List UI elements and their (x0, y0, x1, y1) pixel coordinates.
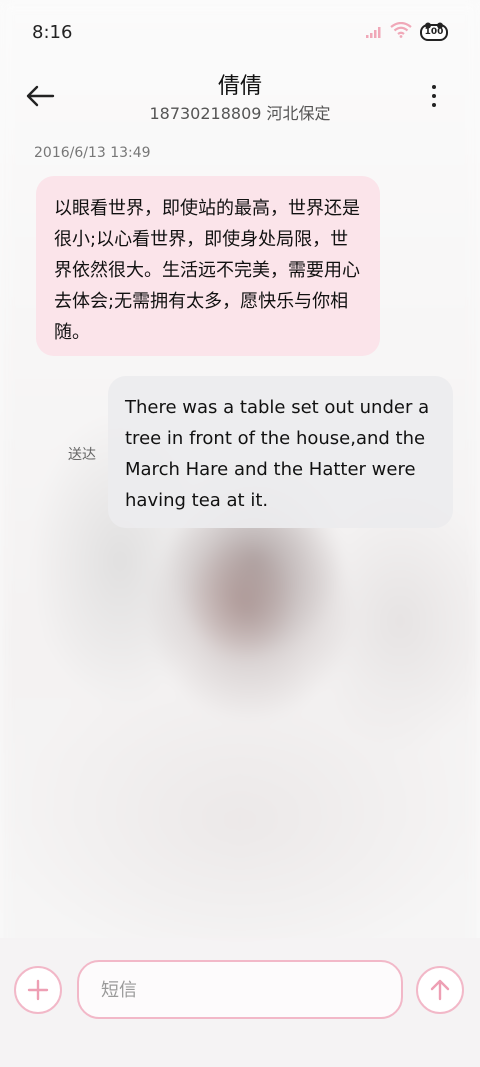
delivery-status: 送达 (68, 447, 96, 463)
status-bar: 8:16 100 (0, 0, 480, 64)
incoming-message-text: 以眼看世界，即使站的最高，世界还是很小;以心看世界，即使身处局限，世界依然很大。… (54, 198, 360, 343)
contact-info: 18730218809 河北保定 (149, 104, 331, 123)
message-input[interactable] (99, 962, 383, 1019)
plus-icon (27, 979, 49, 1001)
message-timestamp: 2016/6/13 13:49 (34, 145, 151, 161)
contact-name: 倩倩 (217, 74, 262, 99)
battery-icon: 100 (420, 22, 450, 42)
signal-icon (366, 23, 382, 42)
send-button[interactable] (416, 966, 464, 1014)
message-input-container (77, 960, 403, 1019)
sms-conversation-screen: 8:16 100 倩倩 18730218809 河北保定 2016/6/13 1… (0, 0, 480, 1067)
battery-level: 100 (424, 27, 444, 37)
status-icons: 100 (366, 21, 450, 42)
more-options-button[interactable] (422, 78, 446, 114)
outgoing-message-text: There was a table set out under a tree i… (125, 397, 430, 511)
incoming-message-bubble[interactable]: 以眼看世界，即使站的最高，世界还是很小;以心看世界，即使身处局限，世界依然很大。… (36, 176, 380, 356)
conversation-header: 倩倩 18730218809 河北保定 (0, 64, 480, 134)
wifi-icon (390, 21, 412, 42)
add-attachment-button[interactable] (14, 966, 62, 1014)
more-vertical-icon (432, 85, 436, 89)
outgoing-message-bubble[interactable]: There was a table set out under a tree i… (108, 376, 453, 528)
status-time: 8:16 (32, 22, 73, 43)
send-arrow-up-icon (430, 979, 450, 1001)
